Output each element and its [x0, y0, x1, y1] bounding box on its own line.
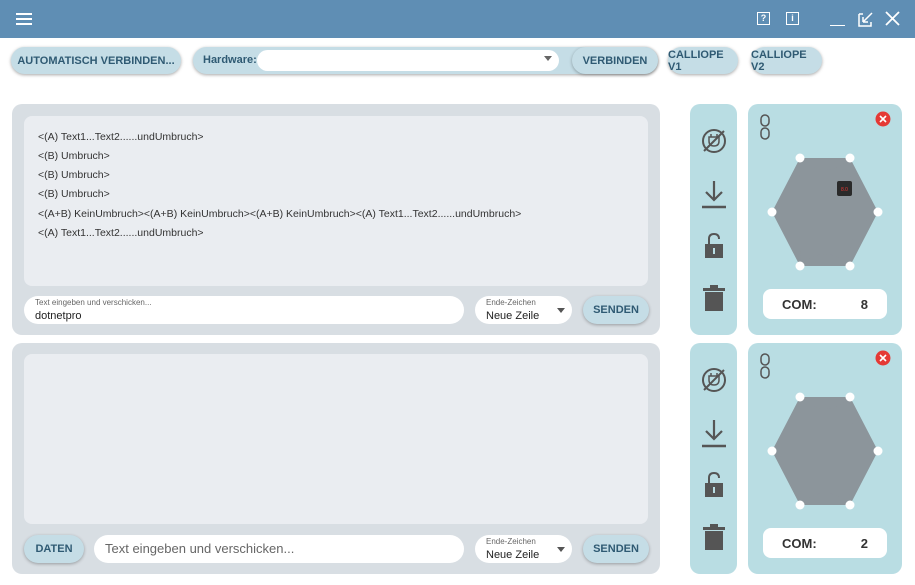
device-card-2: COM: 2: [748, 343, 902, 574]
hamburger-icon[interactable]: [16, 13, 32, 25]
download-icon[interactable]: [701, 179, 727, 214]
end-char-label: Ende-Zeichen: [486, 537, 536, 546]
message-input-2[interactable]: Text eingeben und verschicken...: [94, 535, 464, 563]
link-icon[interactable]: [760, 353, 770, 384]
serial-monitor-1[interactable]: <(A) Text1...Text2......undUmbruch> <(B)…: [24, 116, 648, 286]
restore-icon[interactable]: [858, 11, 874, 27]
unlock-icon[interactable]: [703, 232, 725, 265]
message-input-1[interactable]: Text eingeben und verschicken... dotnetp…: [24, 296, 464, 324]
monitor-line: <(B) Umbruch>: [38, 150, 110, 162]
unplug-icon[interactable]: [700, 127, 728, 160]
calliope-board: 8.0: [760, 152, 890, 277]
serial-monitor-2[interactable]: [24, 354, 648, 524]
serial-panel-1: <(A) Text1...Text2......undUmbruch> <(B)…: [12, 104, 660, 335]
end-char-select-1[interactable]: Ende-Zeichen Neue Zeile: [475, 296, 572, 324]
chevron-down-icon: [544, 56, 552, 61]
com-value: 8: [860, 297, 868, 312]
com-port-box-2: COM: 2: [763, 528, 887, 558]
message-input-placeholder: Text eingeben und verschicken...: [105, 541, 295, 556]
device-actions-2: [690, 343, 737, 574]
help-icon[interactable]: ?: [757, 12, 770, 25]
hardware-label: Hardware:: [203, 54, 257, 66]
send-button-1[interactable]: SENDEN: [583, 296, 649, 324]
unlock-icon[interactable]: [703, 471, 725, 504]
trash-icon[interactable]: [703, 523, 725, 556]
chevron-down-icon: [557, 308, 565, 313]
serial-panel-2: DATEN Text eingeben und verschicken... E…: [12, 343, 660, 574]
end-char-label: Ende-Zeichen: [486, 298, 536, 307]
chip-text: 8.0: [841, 187, 848, 193]
chevron-down-icon: [557, 547, 565, 552]
auto-connect-button[interactable]: AUTOMATISCH VERBINDEN...: [11, 47, 181, 74]
device-card-1: 8.0 COM: 8: [748, 104, 902, 335]
close-icon[interactable]: [884, 10, 901, 27]
com-port-box-1: COM: 8: [763, 289, 887, 319]
unplug-icon[interactable]: [700, 366, 728, 399]
send-button-2[interactable]: SENDEN: [583, 535, 649, 563]
close-circle-icon[interactable]: [875, 350, 891, 371]
monitor-line: <(B) Umbruch>: [38, 188, 110, 200]
connect-button[interactable]: VERBINDEN: [572, 47, 658, 74]
message-input-label: Text eingeben und verschicken...: [35, 298, 152, 307]
trash-icon[interactable]: [703, 284, 725, 317]
monitor-line: <(B) Umbruch>: [38, 169, 110, 181]
end-char-value: Neue Zeile: [486, 310, 540, 322]
close-circle-icon[interactable]: [875, 111, 891, 132]
device-actions-1: [690, 104, 737, 335]
download-icon[interactable]: [701, 418, 727, 453]
end-char-value: Neue Zeile: [486, 549, 540, 561]
calliope-board: [760, 391, 890, 516]
monitor-line: <(A) Text1...Text2......undUmbruch>: [38, 227, 204, 239]
com-value: 2: [860, 536, 868, 551]
data-button[interactable]: DATEN: [24, 535, 84, 563]
minimize-icon[interactable]: [830, 12, 845, 26]
end-char-select-2[interactable]: Ende-Zeichen Neue Zeile: [475, 535, 572, 563]
calliope-v1-button[interactable]: CALLIOPE V1: [668, 47, 738, 74]
message-input-value: dotnetpro: [35, 310, 82, 322]
hardware-select[interactable]: [257, 50, 559, 71]
com-label: COM:: [782, 536, 817, 551]
link-icon[interactable]: [760, 114, 770, 145]
title-bar: ? i: [0, 0, 915, 38]
info-glyph: i: [791, 13, 794, 23]
monitor-line: <(A) Text1...Text2......undUmbruch>: [38, 131, 204, 143]
com-label: COM:: [782, 297, 817, 312]
hardware-group: Hardware: VERBINDEN: [193, 47, 658, 74]
calliope-v2-button[interactable]: CALLIOPE V2: [751, 47, 822, 74]
help-glyph: ?: [760, 13, 767, 23]
monitor-line: <(A+B) KeinUmbruch><(A+B) KeinUmbruch><(…: [38, 208, 522, 220]
info-icon[interactable]: i: [786, 12, 799, 25]
